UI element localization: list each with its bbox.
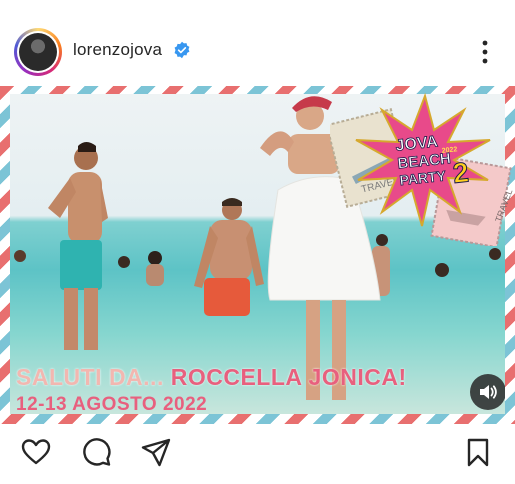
logo-number: 2 (451, 157, 470, 189)
avatar[interactable] (14, 28, 62, 76)
action-bar (0, 424, 515, 484)
sound-button[interactable] (470, 374, 505, 410)
caption-line1: SALUTI DA... ROCCELLA JONICA! (16, 364, 407, 391)
heart-icon[interactable] (20, 436, 52, 468)
post-header: lorenzojova (0, 0, 515, 86)
verified-icon (174, 41, 190, 59)
man-left (48, 142, 108, 350)
more-icon[interactable] (474, 38, 496, 66)
speaker-icon (480, 385, 497, 399)
send-icon[interactable] (140, 436, 172, 468)
man-center (194, 198, 264, 316)
jova-beach-party-logo: TRAVEL TRAVEL JOVA BEACH PARTY 2022 2 (330, 92, 514, 246)
caption-place: ROCCELLA JONICA! (170, 364, 407, 390)
post-media[interactable]: SALUTI DA... ROCCELLA JONICA! 12-13 AGOS… (0, 86, 515, 424)
bookmark-icon[interactable] (462, 436, 494, 468)
username[interactable]: lorenzojova (73, 40, 162, 60)
avatar-photo (19, 33, 57, 71)
caption-prefix: SALUTI DA... (16, 364, 171, 390)
caption-dates: 12-13 AGOSTO 2022 (16, 394, 208, 414)
comment-icon[interactable] (80, 436, 112, 468)
